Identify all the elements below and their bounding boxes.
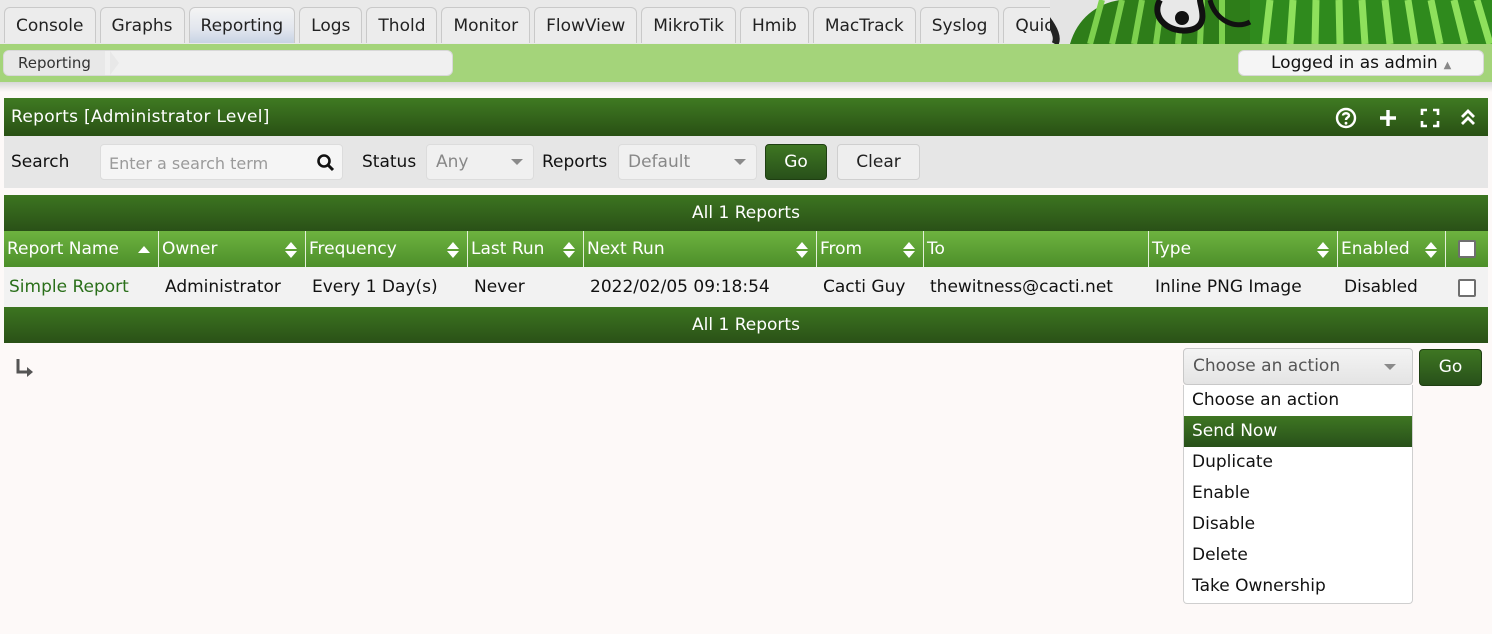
- login-text: Logged in as admin: [1271, 53, 1438, 73]
- filter-go-button[interactable]: Go: [765, 144, 827, 180]
- search-icon: [317, 154, 335, 172]
- table-nav-bottom: All 1 Reports: [4, 307, 1488, 343]
- reports-value: Default: [628, 152, 691, 172]
- tab-mikrotik[interactable]: MikroTik: [641, 7, 736, 43]
- action-option-disable[interactable]: Disable: [1184, 509, 1412, 540]
- clear-button[interactable]: Clear: [837, 144, 920, 180]
- action-select-value: Choose an action: [1193, 356, 1341, 376]
- cell-owner: Administrator: [165, 277, 281, 297]
- cell-from: Cacti Guy: [823, 277, 906, 297]
- breadcrumb: Reporting: [3, 50, 453, 76]
- collapse-icon[interactable]: [1457, 107, 1479, 129]
- arrow-down-right-icon: [16, 359, 33, 377]
- sort-icon: [447, 242, 459, 258]
- col-owner[interactable]: Owner: [159, 231, 306, 267]
- tab-reporting[interactable]: Reporting: [188, 7, 296, 43]
- col-enabled[interactable]: Enabled: [1338, 231, 1446, 267]
- table-nav-top: All 1 Reports: [4, 195, 1488, 231]
- select-all-cell: [1446, 231, 1488, 267]
- filter-bar: Search Status Any Reports Default Go Cle…: [4, 136, 1488, 188]
- col-next-run[interactable]: Next Run: [584, 231, 817, 267]
- col-label: Report Name: [7, 239, 119, 259]
- action-option-delete[interactable]: Delete: [1184, 540, 1412, 571]
- sort-icon: [1425, 242, 1437, 258]
- col-last-run[interactable]: Last Run: [468, 231, 584, 267]
- tab-thold[interactable]: Thold: [366, 7, 438, 43]
- caret-up-icon: ▲: [1443, 60, 1452, 71]
- col-label: To: [927, 239, 945, 259]
- chevron-down-icon: [511, 159, 523, 165]
- reports-label: Reports: [542, 152, 608, 172]
- help-icon[interactable]: [1335, 107, 1357, 129]
- col-label: Last Run: [471, 239, 545, 259]
- sort-icon: [563, 242, 575, 258]
- action-option-duplicate[interactable]: Duplicate: [1184, 447, 1412, 478]
- col-label: Enabled: [1341, 239, 1410, 259]
- sort-asc-icon: [138, 246, 150, 253]
- col-label: From: [820, 239, 863, 259]
- chevron-down-icon: [734, 159, 746, 165]
- sort-icon: [903, 242, 915, 258]
- col-report-name[interactable]: Report Name: [4, 231, 159, 267]
- search-label: Search: [11, 152, 70, 172]
- col-label: Next Run: [587, 239, 665, 259]
- status-label: Status: [362, 152, 417, 172]
- table-header: Report Name Owner Frequency Last Run Nex…: [4, 231, 1488, 267]
- sort-icon: [285, 242, 297, 258]
- tab-logs[interactable]: Logs: [299, 7, 363, 43]
- action-option-take-ownership[interactable]: Take Ownership: [1184, 571, 1412, 602]
- action-select[interactable]: Choose an action: [1183, 348, 1413, 385]
- search-input[interactable]: [107, 151, 311, 175]
- table-row: Simple Report Administrator Every 1 Day(…: [4, 267, 1488, 307]
- select-all-checkbox[interactable]: [1458, 240, 1476, 258]
- row-select-cell: [1446, 267, 1488, 307]
- tab-hmib[interactable]: Hmib: [739, 7, 809, 43]
- breadcrumb-arrow: [110, 51, 119, 75]
- cell-frequency: Every 1 Day(s): [312, 277, 438, 297]
- cell-type: Inline PNG Image: [1155, 277, 1302, 297]
- col-label: Type: [1152, 239, 1192, 259]
- nav-shadow: [0, 82, 1492, 92]
- action-option-send-now[interactable]: Send Now: [1184, 416, 1412, 447]
- fullscreen-icon[interactable]: [1419, 107, 1441, 129]
- tab-monitor[interactable]: Monitor: [441, 7, 531, 43]
- action-option-choose[interactable]: Choose an action: [1184, 385, 1412, 416]
- panel-header: Reports [Administrator Level]: [4, 98, 1488, 136]
- sort-icon: [1317, 242, 1329, 258]
- tab-console[interactable]: Console: [4, 7, 96, 43]
- col-frequency[interactable]: Frequency: [306, 231, 468, 267]
- col-label: Owner: [162, 239, 218, 259]
- cactus-logo-art: [1050, 0, 1492, 44]
- cell-last-run: Never: [474, 277, 525, 297]
- search-field[interactable]: [100, 144, 343, 180]
- report-name-link[interactable]: Simple Report: [4, 267, 159, 307]
- tab-graphs[interactable]: Graphs: [99, 7, 185, 43]
- panel-title: Reports [Administrator Level]: [11, 107, 270, 127]
- user-menu[interactable]: Logged in as admin ▲: [1238, 50, 1484, 76]
- chevron-down-icon: [1384, 364, 1396, 370]
- row-checkbox[interactable]: [1458, 279, 1476, 297]
- tab-flowview[interactable]: FlowView: [534, 7, 638, 43]
- cell-enabled: Disabled: [1344, 277, 1418, 297]
- reports-select[interactable]: Default: [618, 144, 757, 180]
- breadcrumb-reporting[interactable]: Reporting: [4, 51, 105, 75]
- col-from[interactable]: From: [817, 231, 924, 267]
- add-icon[interactable]: [1377, 107, 1399, 129]
- status-value: Any: [436, 152, 469, 172]
- status-select[interactable]: Any: [426, 144, 534, 180]
- cell-to: thewitness@cacti.net: [930, 277, 1113, 297]
- tab-syslog[interactable]: Syslog: [919, 7, 1000, 43]
- action-go-button[interactable]: Go: [1419, 349, 1482, 386]
- sort-icon: [796, 242, 808, 258]
- col-to[interactable]: To: [924, 231, 1149, 267]
- top-tab-bar: Console Graphs Reporting Logs Thold Moni…: [0, 0, 1492, 44]
- cell-next-run: 2022/02/05 09:18:54: [590, 277, 770, 297]
- breadcrumb-bar: Reporting Logged in as admin ▲: [0, 44, 1492, 82]
- tab-mactrack[interactable]: MacTrack: [812, 7, 916, 43]
- main-tabs: Console Graphs Reporting Logs Thold Moni…: [4, 7, 1114, 44]
- action-option-enable[interactable]: Enable: [1184, 478, 1412, 509]
- col-label: Frequency: [309, 239, 397, 259]
- action-dropdown-list: Choose an action Send Now Duplicate Enab…: [1183, 385, 1413, 604]
- col-type[interactable]: Type: [1149, 231, 1338, 267]
